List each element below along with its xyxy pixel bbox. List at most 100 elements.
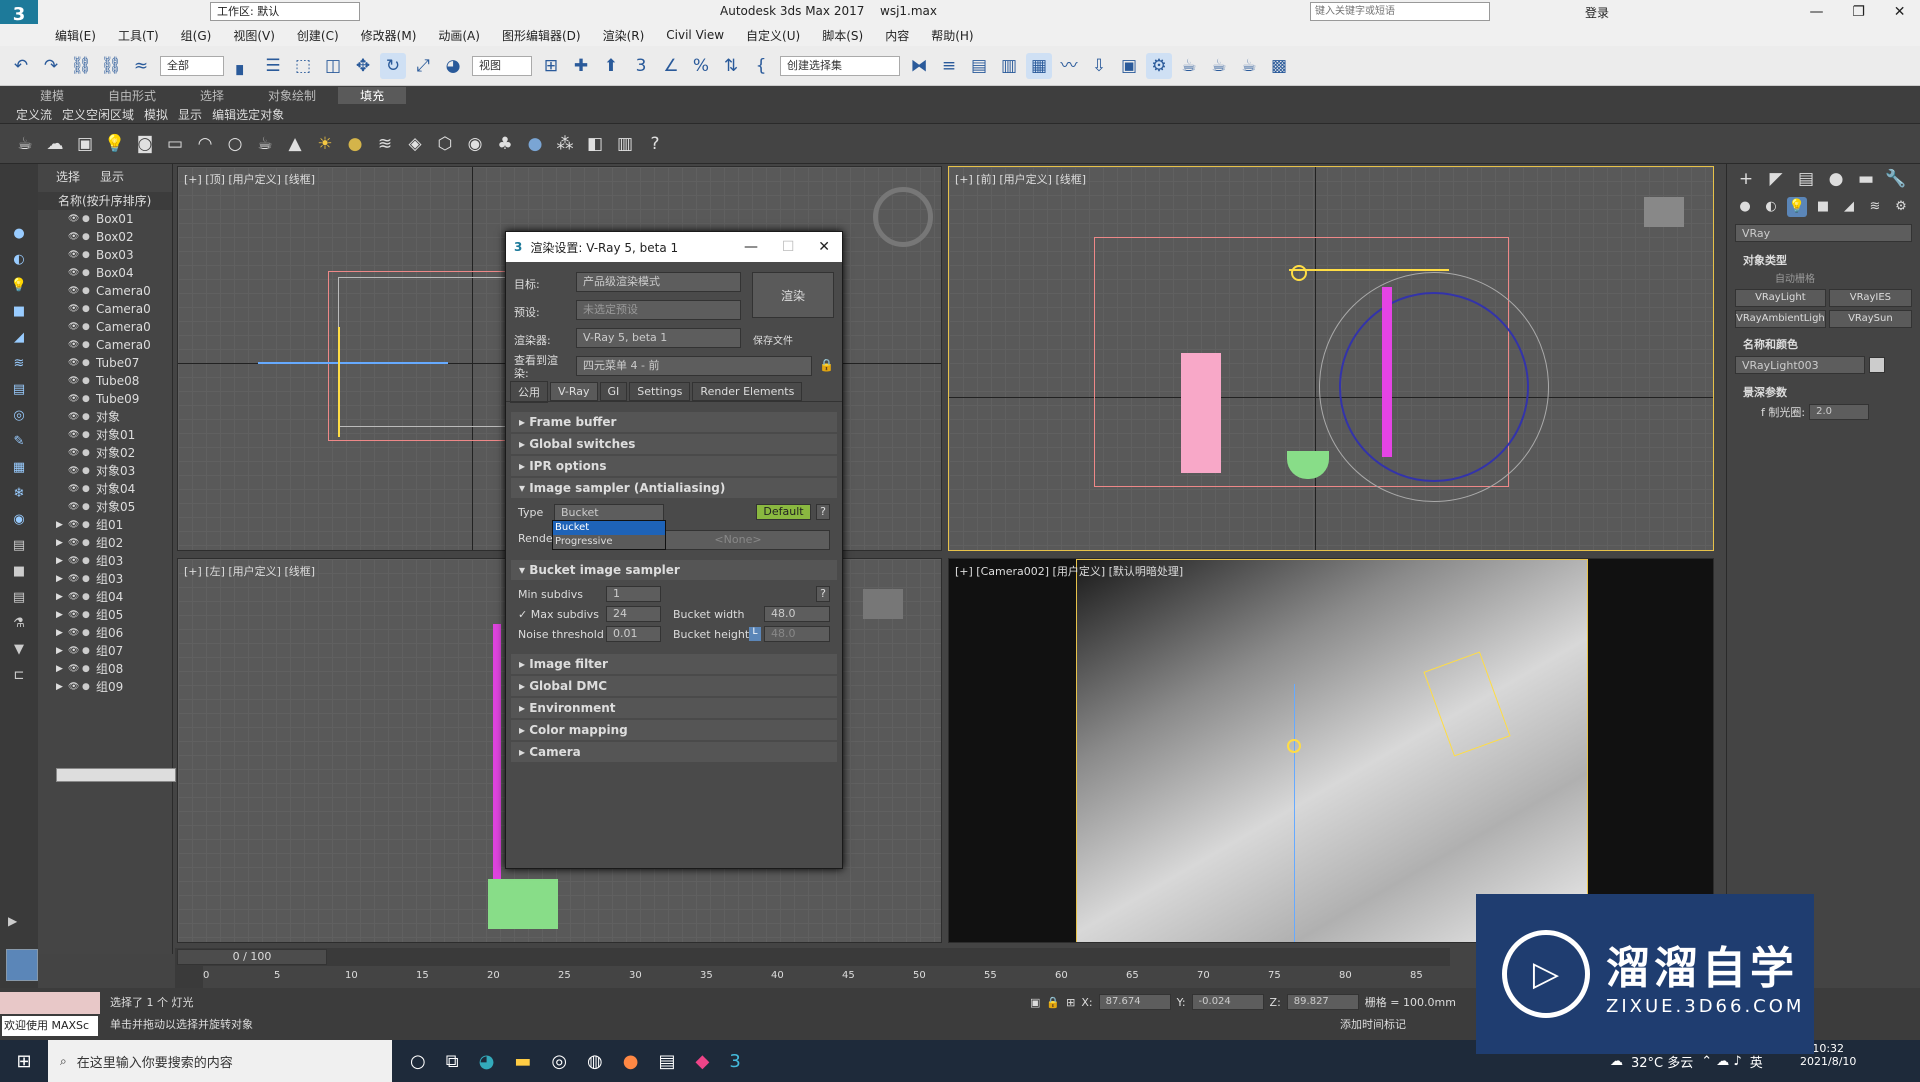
cortana-icon[interactable]: ○ — [410, 1051, 426, 1072]
light-bulb-icon[interactable]: ● — [82, 570, 96, 588]
max-subdivs-field[interactable]: 24 — [606, 606, 661, 622]
expand-icon[interactable]: ▶ — [56, 624, 68, 642]
max-task-icon[interactable]: 3 — [729, 1051, 740, 1072]
login-link[interactable]: 登录 — [1585, 4, 1609, 21]
vray-camera-icon[interactable]: ◙ — [132, 131, 158, 157]
rollout-header[interactable]: ▸ IPR options — [511, 456, 837, 476]
render-tab[interactable]: V-Ray — [550, 382, 598, 401]
light-bulb-icon[interactable]: ● — [82, 300, 96, 318]
eye-icon[interactable]: 👁 — [68, 516, 82, 534]
filter-bones-icon[interactable]: ✎ — [9, 432, 29, 452]
maxscript-listener[interactable] — [0, 992, 100, 1014]
light-bulb-icon[interactable]: ● — [82, 354, 96, 372]
tab-select[interactable]: 选择 — [56, 168, 80, 185]
pivot-icon[interactable]: ⊞ — [538, 53, 564, 79]
modify-tab-icon[interactable]: ◤ — [1765, 168, 1787, 190]
menu-option-progressive[interactable]: Progressive — [553, 535, 665, 549]
rollout-header[interactable]: ▸ Camera — [511, 742, 837, 762]
spacewarps-icon[interactable]: ≋ — [1865, 197, 1885, 217]
expand-arrow-icon[interactable]: ▶ — [8, 914, 17, 928]
filter-helpers-icon[interactable]: ◢ — [9, 328, 29, 348]
eye-icon[interactable]: 👁 — [68, 462, 82, 480]
close-icon[interactable]: ✕ — [1894, 4, 1906, 20]
light-bulb-icon[interactable]: ● — [82, 318, 96, 336]
eye-icon[interactable]: 👁 — [68, 228, 82, 246]
ribbon-sub-item[interactable]: 模拟 — [144, 106, 168, 123]
viewport-front-label[interactable]: [+] [前] [用户定义] [线框] — [955, 171, 1086, 187]
find-icon[interactable]: ⚗ — [9, 614, 29, 634]
filter-containers-icon[interactable]: ▦ — [9, 458, 29, 478]
ime-indicator[interactable]: 英 — [1750, 1052, 1763, 1071]
eye-icon[interactable]: 👁 — [68, 678, 82, 696]
menu-item[interactable]: 视图(V) — [233, 27, 275, 44]
eye-icon[interactable]: 👁 — [68, 372, 82, 390]
save-file-checkbox[interactable]: 保存文件 — [753, 332, 793, 347]
eye-icon[interactable]: 👁 — [68, 300, 82, 318]
menu-item[interactable]: 渲染(R) — [603, 27, 645, 44]
search-input[interactable] — [1310, 2, 1490, 21]
bind-spacewarp-icon[interactable]: ≈ — [128, 53, 154, 79]
named-selection-dropdown[interactable]: 创建选择集 — [780, 55, 900, 76]
params-header[interactable]: 景深参数 — [1727, 374, 1920, 404]
menu-item[interactable]: 图形编辑器(D) — [502, 27, 581, 44]
vray-palette-icon[interactable]: ⁂ — [552, 131, 578, 157]
menu-item[interactable]: 内容 — [885, 27, 909, 44]
vray-plane-icon[interactable]: ▭ — [162, 131, 188, 157]
z-coord[interactable]: 89.827 — [1286, 994, 1359, 1010]
scene-list-item[interactable]: 👁 ● 对象05 — [56, 498, 172, 516]
scene-list-item[interactable]: 👁 ● 对象03 — [56, 462, 172, 480]
expand-icon[interactable]: ▶ — [56, 534, 68, 552]
scene-list-item[interactable]: 👁 ● 对象04 — [56, 480, 172, 498]
viewport-camera[interactable]: [+] [Camera002] [用户定义] [默认明暗处理] — [948, 558, 1714, 943]
rollout-bucket-sampler[interactable]: ▾ Bucket image sampler — [511, 560, 837, 580]
expand-icon[interactable]: ▶ — [56, 642, 68, 660]
eye-icon[interactable]: 👁 — [68, 444, 82, 462]
eye-icon[interactable]: 👁 — [68, 480, 82, 498]
vray-settings-icon[interactable]: ▥ — [612, 131, 638, 157]
dialog-minimize-icon[interactable]: — — [744, 232, 758, 262]
light-type-button[interactable]: VRayLight — [1735, 289, 1826, 307]
scene-list-item[interactable]: 👁 ● Box03 — [56, 246, 172, 264]
scene-list-item[interactable]: 👁 ● 对象01 — [56, 426, 172, 444]
app3-icon[interactable]: ◆ — [695, 1051, 709, 1072]
schematic-view-icon[interactable]: 〰 — [1056, 53, 1082, 79]
eye-icon[interactable]: 👁 — [68, 408, 82, 426]
light-bulb-icon[interactable]: ● — [82, 534, 96, 552]
light-bulb-icon[interactable]: ● — [82, 678, 96, 696]
reference-coord-dropdown[interactable]: 视图 — [472, 55, 532, 76]
scale-icon[interactable]: ⤢ — [410, 53, 436, 79]
mirror-icon[interactable]: ⧓ — [906, 53, 932, 79]
auto-grid-checkbox[interactable]: 自动栅格 — [1727, 270, 1920, 289]
filter-lights-icon[interactable]: 💡 — [9, 276, 29, 296]
scene-list-item[interactable]: ▶ 👁 ● 组05 — [56, 606, 172, 624]
align-icon[interactable]: ≡ — [936, 53, 962, 79]
scene-list-item[interactable]: 👁 ● Box04 — [56, 264, 172, 282]
light-bulb-icon[interactable]: ● — [82, 462, 96, 480]
ribbon-tab[interactable]: 自由形式 — [86, 87, 178, 104]
weather-icon[interactable]: ☁ — [1610, 1054, 1623, 1069]
eye-icon[interactable]: 👁 — [68, 282, 82, 300]
name-color-header[interactable]: 名称和颜色 — [1727, 328, 1920, 356]
light-bulb-icon[interactable]: ● — [82, 426, 96, 444]
light-bulb-icon[interactable]: ● — [82, 228, 96, 246]
color-swatch[interactable] — [1869, 357, 1885, 373]
move-icon[interactable]: ✥ — [350, 53, 376, 79]
eye-icon[interactable]: 👁 — [68, 390, 82, 408]
dialog-maximize-icon[interactable]: ☐ — [782, 232, 795, 262]
menu-item[interactable]: 编辑(E) — [55, 27, 96, 44]
scene-list-item[interactable]: ▶ 👁 ● 组02 — [56, 534, 172, 552]
absolute-mode-icon[interactable]: ⊞ — [1066, 996, 1075, 1009]
eye-icon[interactable]: 👁 — [68, 426, 82, 444]
menu-item[interactable]: 动画(A) — [438, 27, 480, 44]
sampler-type-menu[interactable]: Bucket Progressive — [552, 520, 666, 550]
render-button[interactable]: 渲染 — [752, 272, 834, 318]
expand-icon[interactable]: ▶ — [56, 552, 68, 570]
folder-icon[interactable]: ⊏ — [9, 666, 29, 686]
eye-icon[interactable]: 👁 — [68, 660, 82, 678]
ribbon-sub-item[interactable]: 定义流 — [16, 106, 52, 123]
menu-item[interactable]: 工具(T) — [118, 27, 159, 44]
notepad-icon[interactable]: ▤ — [658, 1051, 675, 1072]
create-tab-icon[interactable]: + — [1735, 168, 1757, 190]
tab-display[interactable]: 显示 — [100, 168, 124, 185]
bucket-width-field[interactable]: 48.0 — [764, 606, 830, 622]
